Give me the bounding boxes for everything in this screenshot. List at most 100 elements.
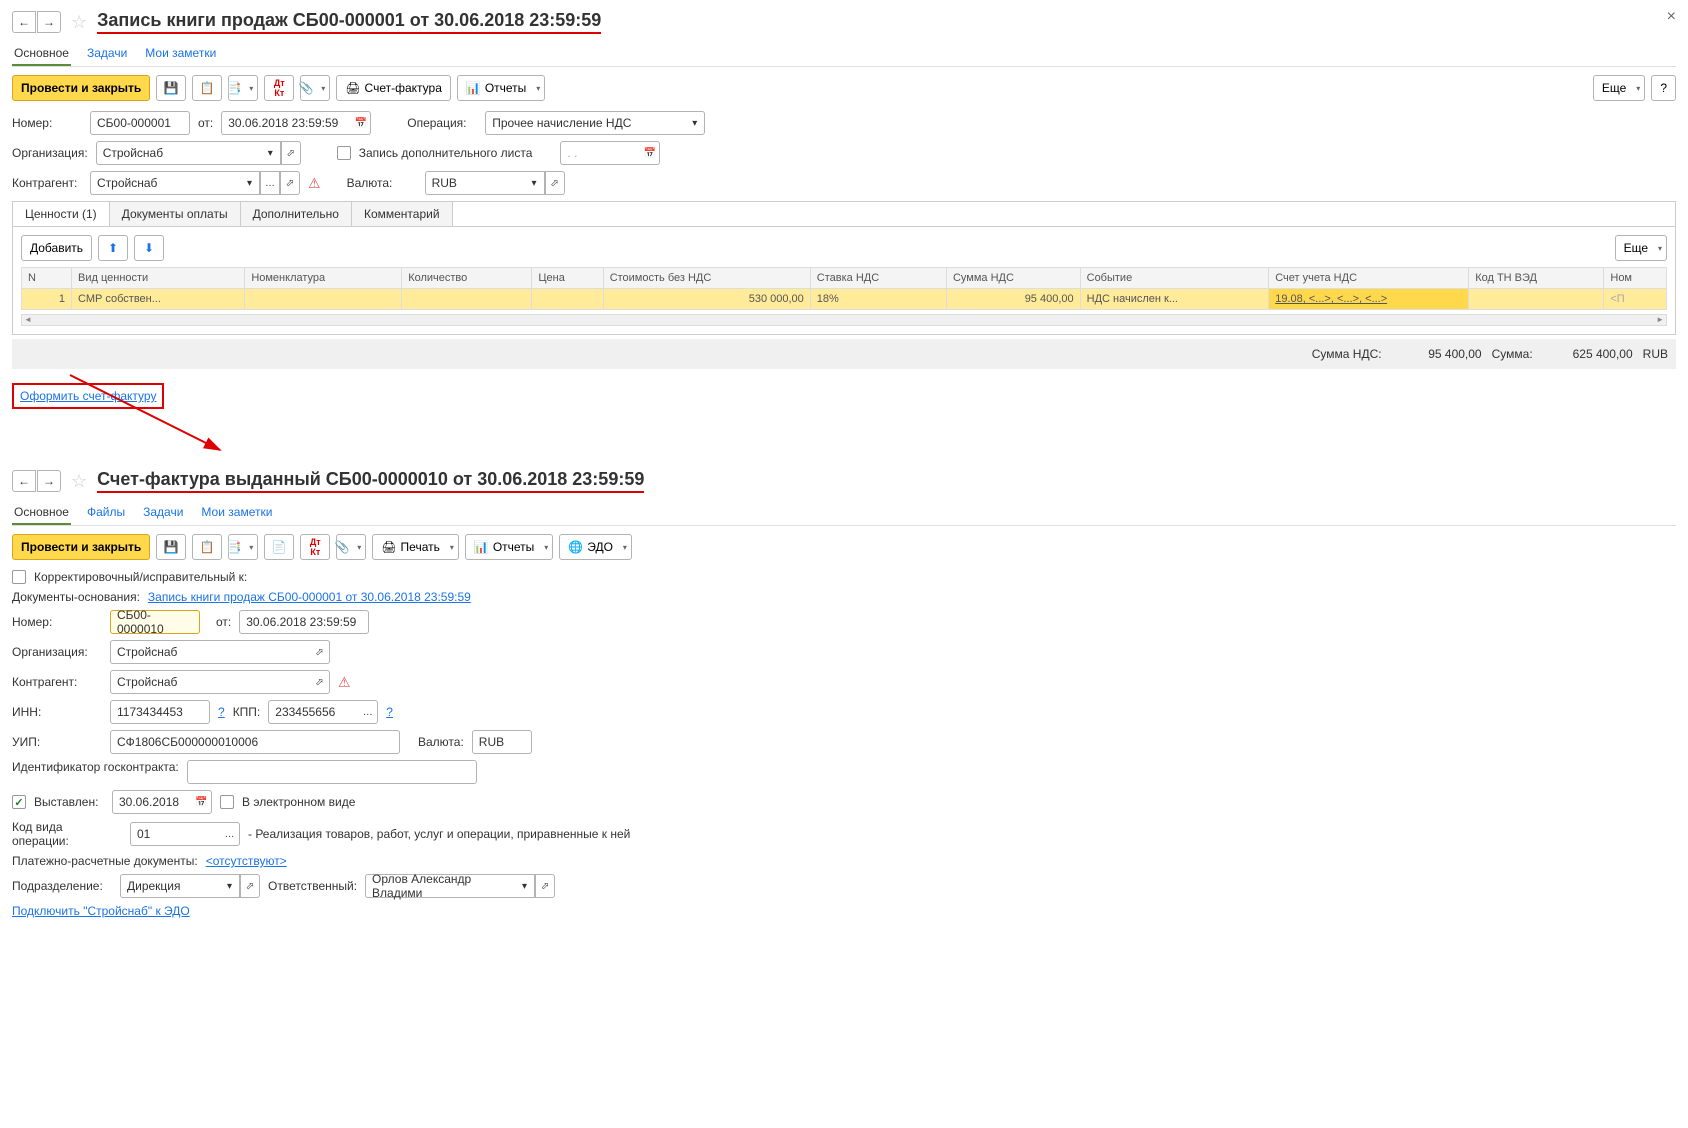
electronic-checkbox[interactable] — [220, 795, 234, 809]
uip-label: УИП: — [12, 735, 102, 749]
open-icon[interactable]: ⬀ — [240, 874, 260, 898]
goscontract-input[interactable] — [187, 760, 477, 784]
operation-input[interactable]: Прочее начисление НДС — [485, 111, 685, 135]
calendar-icon[interactable]: 📅 — [192, 790, 212, 814]
tab-paydocs[interactable]: Документы оплаты — [110, 202, 241, 226]
dropdown-icon[interactable]: ▾ — [261, 141, 281, 165]
open-icon[interactable]: ⬀ — [310, 670, 330, 694]
dropdown-icon[interactable]: ▾ — [220, 874, 240, 898]
edo-connect-link[interactable]: Подключить "Стройснаб" к ЭДО — [12, 904, 190, 918]
select-icon[interactable]: … — [220, 822, 240, 846]
navtab-main[interactable]: Основное — [12, 42, 71, 66]
dtkt-icon[interactable]: ДтКт — [264, 75, 294, 101]
dropdown-icon[interactable]: ▾ — [685, 111, 705, 135]
copy-icon[interactable]: 📑 — [228, 75, 258, 101]
inn-input[interactable]: 1173434453 — [110, 700, 210, 724]
forward-button[interactable]: → — [37, 470, 61, 492]
number-input[interactable]: СБ00-000001 — [90, 111, 190, 135]
kpp-input[interactable]: 233455656 — [268, 700, 358, 724]
navtab-notes[interactable]: Мои заметки — [199, 501, 274, 525]
more-button[interactable]: Еще — [1615, 235, 1667, 261]
tab-extra[interactable]: Дополнительно — [241, 202, 352, 226]
calendar-icon[interactable]: 📅 — [351, 111, 371, 135]
opcode-input[interactable]: 01 — [130, 822, 220, 846]
org-input[interactable]: Стройснаб — [110, 640, 310, 664]
correction-checkbox[interactable] — [12, 570, 26, 584]
extra-sheet-checkbox[interactable] — [337, 146, 351, 160]
edo-button[interactable]: 🌐 ЭДО — [559, 534, 632, 560]
move-down-icon[interactable]: ⬇ — [134, 235, 164, 261]
open-icon[interactable]: ⬀ — [535, 874, 555, 898]
inn-help[interactable]: ? — [218, 705, 225, 719]
star-icon[interactable]: ☆ — [71, 12, 87, 33]
reports-button[interactable]: 📊 Отчеты — [465, 534, 553, 560]
horizontal-scrollbar[interactable] — [21, 314, 1667, 326]
save-icon[interactable]: 💾 — [156, 75, 186, 101]
invoice-button[interactable]: 🖨 Счет-фактура — [336, 75, 451, 101]
nav-tabs: Основное Файлы Задачи Мои заметки — [12, 501, 1676, 526]
currency-input[interactable]: RUB — [425, 171, 525, 195]
open-icon[interactable]: ⬀ — [281, 141, 301, 165]
post-close-button[interactable]: Провести и закрыть — [12, 75, 150, 101]
select-icon[interactable]: … — [260, 171, 280, 195]
print-button[interactable]: 🖨 Печать — [372, 534, 459, 560]
electronic-label: В электронном виде — [242, 795, 355, 809]
navtab-notes[interactable]: Мои заметки — [143, 42, 218, 66]
dtkt-icon[interactable]: ДтКт — [300, 534, 330, 560]
date-input[interactable]: 30.06.2018 23:59:59 — [221, 111, 351, 135]
post-close-button[interactable]: Провести и закрыть — [12, 534, 150, 560]
open-icon[interactable]: ⬀ — [545, 171, 565, 195]
more-button[interactable]: Еще — [1593, 75, 1645, 101]
counterparty-input[interactable]: Стройснаб — [90, 171, 240, 195]
attach-icon[interactable]: 📎 — [336, 534, 366, 560]
attach-icon[interactable]: 📎 — [300, 75, 330, 101]
uip-input[interactable]: СФ1806СБ000000010006 — [110, 730, 400, 754]
doc-icon[interactable]: 📄 — [264, 534, 294, 560]
create-invoice-link[interactable]: Оформить счет-фактуру — [20, 389, 156, 403]
open-icon[interactable]: ⬀ — [280, 171, 300, 195]
tab-comment[interactable]: Комментарий — [352, 202, 453, 226]
forward-button[interactable]: → — [37, 11, 61, 33]
dept-input[interactable]: Дирекция — [120, 874, 220, 898]
select-icon[interactable]: … — [358, 700, 378, 724]
star-icon[interactable]: ☆ — [71, 471, 87, 492]
kpp-help[interactable]: ? — [386, 705, 393, 719]
payment-docs-link[interactable]: <отсутствуют> — [206, 854, 287, 868]
post-icon[interactable]: 📋 — [192, 534, 222, 560]
copy-icon[interactable]: 📑 — [228, 534, 258, 560]
counterparty-input[interactable]: Стройснаб — [110, 670, 310, 694]
org-input[interactable]: Стройснаб — [96, 141, 261, 165]
add-button[interactable]: Добавить — [21, 235, 92, 261]
reports-button[interactable]: 📊 Отчеты — [457, 75, 545, 101]
number-input[interactable]: СБ00-0000010 — [110, 610, 200, 634]
dropdown-icon[interactable]: ▾ — [515, 874, 535, 898]
back-button[interactable]: ← — [12, 11, 36, 33]
date-input[interactable]: 30.06.2018 23:59:59 — [239, 610, 369, 634]
navtab-tasks[interactable]: Задачи — [85, 42, 129, 66]
resp-input[interactable]: Орлов Александр Владими — [365, 874, 515, 898]
basis-link[interactable]: Запись книги продаж СБ00-000001 от 30.06… — [148, 590, 471, 604]
issued-date-input[interactable]: 30.06.2018 — [112, 790, 192, 814]
move-up-icon[interactable]: ⬆ — [98, 235, 128, 261]
currency-label: Валюта: — [418, 735, 464, 749]
tab-values[interactable]: Ценности (1) — [13, 202, 110, 226]
navtab-tasks[interactable]: Задачи — [141, 501, 185, 525]
open-icon[interactable]: ⬀ — [310, 640, 330, 664]
dropdown-icon[interactable]: ▾ — [525, 171, 545, 195]
extra-sheet-date[interactable]: . . — [560, 141, 640, 165]
currency-value: RUB — [1643, 347, 1668, 361]
issued-checkbox[interactable] — [12, 795, 26, 809]
navtab-main[interactable]: Основное — [12, 501, 71, 525]
close-icon[interactable]: × — [1667, 8, 1676, 26]
calendar-icon[interactable]: 📅 — [640, 141, 660, 165]
back-button[interactable]: ← — [12, 470, 36, 492]
kpp-label: КПП: — [233, 705, 261, 719]
account-cell[interactable]: 19.08, <...>, <...>, <...> — [1269, 289, 1469, 310]
dropdown-icon[interactable]: ▾ — [240, 171, 260, 195]
navtab-files[interactable]: Файлы — [85, 501, 127, 525]
invoice-window: ← → ☆ Счет-фактура выданный СБ00-0000010… — [0, 459, 1688, 934]
post-icon[interactable]: 📋 — [192, 75, 222, 101]
save-icon[interactable]: 💾 — [156, 534, 186, 560]
table-row[interactable]: 1 СМР собствен... 530 000,00 18% 95 400,… — [22, 289, 1667, 310]
help-button[interactable]: ? — [1651, 75, 1676, 101]
